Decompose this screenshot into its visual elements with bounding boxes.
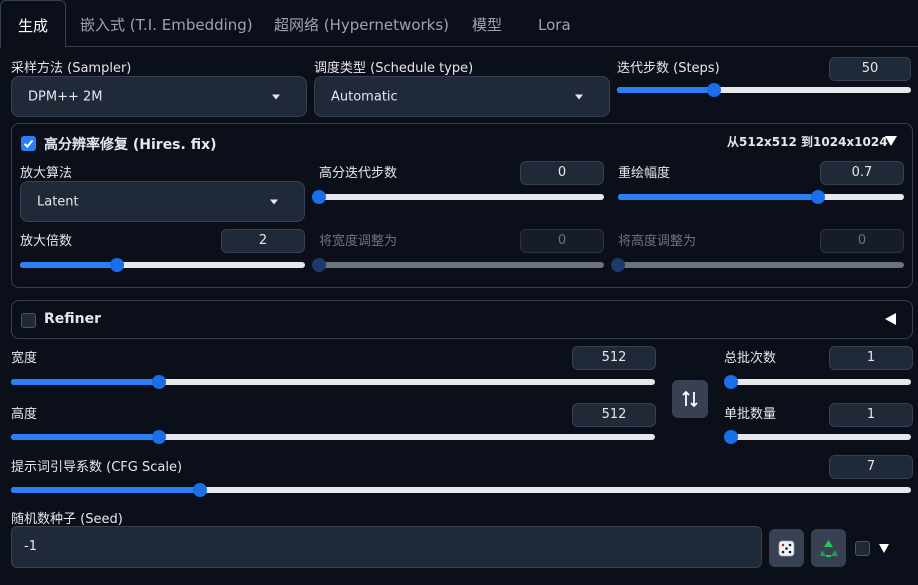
schedule-type-dropdown[interactable]: Automatic	[314, 76, 610, 117]
random-seed-button[interactable]	[769, 529, 804, 567]
batch-size-label: 单批数量	[724, 407, 777, 422]
denoise-label: 重绘幅度	[618, 166, 671, 181]
hires-fix-label: 高分辨率修复 (Hires. fix)	[44, 137, 217, 153]
sampler-label: 采样方法 (Sampler)	[11, 61, 132, 76]
chevron-down-icon	[270, 199, 278, 204]
checkmark-icon	[23, 139, 34, 148]
triangle-down-icon[interactable]	[885, 136, 897, 146]
sampler-value: DPM++ 2M	[28, 89, 103, 104]
tab-ti-embedding[interactable]: 嵌入式 (T.I. Embedding)	[80, 0, 253, 46]
upscale-by-slider[interactable]	[20, 258, 305, 272]
triangle-left-icon[interactable]	[885, 313, 896, 325]
swap-arrows-icon	[682, 390, 698, 408]
chevron-down-icon	[575, 94, 583, 99]
width-slider[interactable]	[11, 375, 655, 389]
height-label: 高度	[11, 407, 38, 422]
slider-handle[interactable]	[312, 258, 326, 272]
slider-handle[interactable]	[193, 483, 207, 497]
slider-handle[interactable]	[707, 83, 722, 97]
steps-label: 迭代步数 (Steps)	[617, 61, 720, 76]
dice-icon	[778, 540, 795, 557]
tab-model[interactable]: 模型	[472, 0, 502, 46]
upscaler-label: 放大算法	[20, 166, 73, 181]
seed-input[interactable]: -1	[11, 526, 762, 568]
swap-dimensions-button[interactable]	[672, 380, 708, 418]
schedule-type-label: 调度类型 (Schedule type)	[314, 61, 474, 76]
upscaler-value: Latent	[37, 194, 79, 209]
seed-value: -1	[24, 539, 37, 554]
seed-label: 随机数种子 (Seed)	[11, 512, 123, 527]
resize-width-slider[interactable]	[312, 258, 604, 272]
slider-handle[interactable]	[611, 258, 625, 272]
resize-height-number-input[interactable]: 0	[820, 229, 904, 253]
resize-width-label: 将宽度调整为	[319, 234, 398, 249]
chevron-down-icon	[272, 94, 280, 99]
cfg-scale-slider[interactable]	[11, 483, 911, 497]
sampler-dropdown[interactable]: DPM++ 2M	[11, 76, 307, 117]
batch-count-slider[interactable]	[724, 375, 911, 389]
slider-handle[interactable]	[724, 430, 738, 444]
steps-number-input[interactable]: 50	[829, 57, 911, 81]
batch-count-label: 总批次数	[724, 351, 777, 366]
schedule-type-value: Automatic	[331, 89, 398, 104]
resize-height-label: 将高度调整为	[618, 234, 697, 249]
hires-steps-label: 高分迭代步数	[319, 166, 398, 181]
upscale-by-number-input[interactable]: 2	[221, 229, 305, 253]
hires-steps-number-input[interactable]: 0	[520, 161, 604, 185]
batch-count-number-input[interactable]: 1	[829, 346, 913, 370]
extra-seed-checkbox[interactable]	[855, 541, 870, 556]
denoise-number-input[interactable]: 0.7	[820, 161, 904, 185]
steps-slider[interactable]	[617, 83, 911, 97]
tab-generate[interactable]: 生成	[0, 0, 66, 48]
refiner-panel	[11, 300, 913, 339]
batch-size-number-input[interactable]: 1	[829, 403, 913, 427]
batch-size-slider[interactable]	[724, 430, 911, 444]
width-label: 宽度	[11, 351, 38, 366]
refiner-checkbox[interactable]	[21, 313, 36, 328]
tab-lora[interactable]: Lora	[538, 0, 571, 46]
slider-handle[interactable]	[109, 258, 124, 272]
slider-handle[interactable]	[724, 375, 738, 389]
upscale-by-label: 放大倍数	[20, 234, 73, 249]
slider-handle[interactable]	[152, 375, 167, 389]
upscaler-dropdown[interactable]: Latent	[20, 181, 305, 222]
height-number-input[interactable]: 512	[572, 403, 656, 427]
slider-handle[interactable]	[312, 190, 326, 204]
height-slider[interactable]	[11, 430, 655, 444]
cfg-scale-label: 提示词引导系数 (CFG Scale)	[11, 460, 183, 475]
width-number-input[interactable]: 512	[572, 346, 656, 370]
cfg-scale-number-input[interactable]: 7	[829, 455, 913, 479]
tab-bar: 生成 嵌入式 (T.I. Embedding) 超网络 (Hypernetwor…	[0, 0, 918, 48]
resize-height-slider[interactable]	[611, 258, 904, 272]
hires-resolution-info: 从512x512 到1024x1024	[727, 135, 888, 149]
reuse-seed-button[interactable]	[811, 529, 846, 567]
refiner-label: Refiner	[44, 311, 102, 327]
triangle-down-icon[interactable]	[879, 544, 889, 553]
hires-fix-checkbox[interactable]	[21, 136, 36, 151]
tab-hypernetworks[interactable]: 超网络 (Hypernetworks)	[274, 0, 449, 46]
denoise-slider[interactable]	[618, 190, 904, 204]
resize-width-number-input[interactable]: 0	[520, 229, 604, 253]
slider-handle[interactable]	[152, 430, 167, 444]
hires-steps-slider[interactable]	[312, 190, 604, 204]
recycle-icon	[820, 540, 838, 557]
